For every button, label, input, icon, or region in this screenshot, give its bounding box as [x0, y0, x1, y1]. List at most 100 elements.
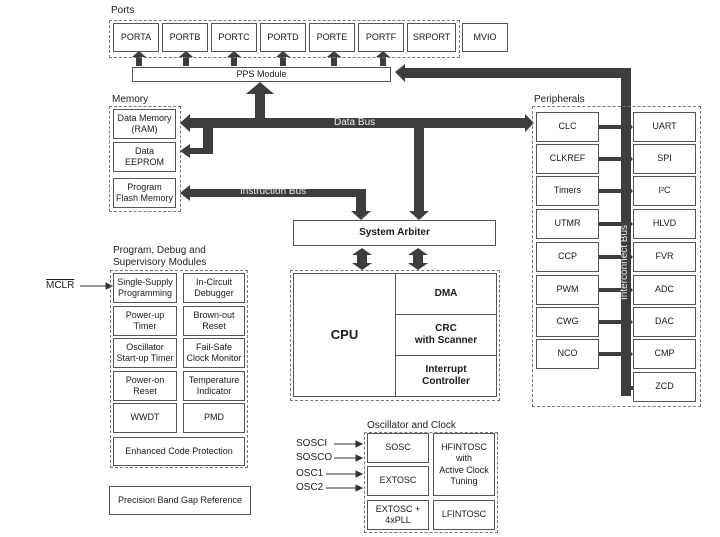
supervisory-label-line2: Supervisory Modules — [113, 257, 207, 268]
peripheral-cmp: CMP — [633, 339, 696, 369]
fail-safe-clock-monitor: Fail-Safe Clock Monitor — [183, 338, 245, 368]
crc-line2: with Scanner — [414, 335, 478, 346]
system-arbiter: System Arbiter — [293, 220, 496, 246]
int-line1: Interrupt — [425, 363, 467, 375]
ost-line1: Oscillator — [126, 341, 164, 352]
peripheral-clkref: CLKREF — [536, 144, 599, 174]
arbiter-core-arrow-2 — [408, 248, 428, 270]
peripheral-dac: DAC — [633, 307, 696, 337]
instruction-bus-label: Instruction Bus — [240, 186, 307, 197]
pwrt-line2: Timer — [133, 321, 157, 331]
interrupt-controller: Interrupt Controller — [395, 355, 497, 397]
peripheral-nco: NCO — [536, 339, 599, 369]
data-memory-ram: Data Memory (RAM) — [113, 109, 176, 139]
sosco-signal: SOSCO — [296, 452, 333, 463]
in-circuit-debugger: In-Circuit Debugger — [183, 273, 245, 303]
supervisory-group-label: Program, Debug and Supervisory Modules — [113, 245, 206, 269]
ram-line2: (RAM) — [131, 124, 158, 134]
hf-line1: HFINTOSC — [441, 442, 487, 452]
osc2-signal: OSC2 — [296, 482, 324, 493]
crc-line1: CRC — [435, 322, 457, 334]
peripheral-fvr: FVR — [633, 242, 696, 272]
port-srport: SRPORT — [407, 23, 456, 52]
port-f: PORTF — [358, 23, 404, 52]
port-e: PORTE — [309, 23, 355, 52]
cpu: CPU — [293, 273, 396, 397]
peripheral-zcd: ZCD — [633, 372, 696, 402]
single-supply-programming: Single-Supply Programming — [113, 273, 177, 303]
pwrt-line1: Power-up — [125, 309, 165, 320]
databus-to-arbiter — [409, 127, 429, 220]
por-line1: Power-on — [125, 374, 165, 385]
lfintosc: LFINTOSC — [433, 500, 495, 530]
peripheral-cwg: CWG — [536, 307, 599, 337]
oscillator-start-up-timer: Oscillator Start-up Timer — [113, 338, 177, 368]
bor-line1: Brown-out — [193, 309, 235, 320]
memory-group-label: Memory — [112, 94, 149, 105]
hf-line4: Tuning — [450, 475, 478, 486]
pll-line1: EXTOSC + — [375, 503, 421, 514]
enhanced-code-protection: Enhanced Code Protection — [113, 437, 245, 466]
flash-line1: Program — [127, 181, 162, 192]
port-a: PORTA — [113, 23, 159, 52]
flash-line2: Flash Memory — [115, 193, 173, 203]
fscm-line1: Fail-Safe — [195, 341, 232, 352]
data-bus-label: Data Bus — [334, 117, 376, 128]
peripheral-timers: Timers — [536, 176, 599, 206]
hfintosc: HFINTOSC with Active Clock Tuning — [433, 433, 495, 496]
pps-module: PPS Module — [132, 67, 391, 82]
data-eeprom: Data EEPROM — [113, 142, 176, 172]
mvio: MVIO — [462, 23, 508, 52]
sosc: SOSC — [367, 433, 429, 463]
supervisory-label-line1: Program, Debug and — [113, 245, 206, 256]
icd-line1: In-Circuit — [195, 276, 232, 287]
port-c: PORTC — [211, 23, 257, 52]
icd-line2: Debugger — [194, 288, 234, 298]
eeprom-line1: Data — [134, 145, 154, 156]
peripheral-i2c: I²C — [633, 176, 696, 206]
temp-line2: Indicator — [196, 386, 232, 396]
databus-to-pps-arrow — [246, 82, 274, 118]
wwdt: WWDT — [113, 403, 177, 433]
peripheral-adc: ADC — [633, 275, 696, 305]
pmd: PMD — [183, 403, 245, 433]
ports-group-label: Ports — [111, 5, 135, 16]
databus-to-eeprom — [180, 127, 213, 158]
peripheral-pwm: PWM — [536, 275, 599, 305]
brown-out-reset: Brown-out Reset — [183, 306, 245, 336]
port-b: PORTB — [162, 23, 208, 52]
precision-band-gap-reference: Precision Band Gap Reference — [109, 486, 251, 515]
fscm-line2: Clock Monitor — [186, 353, 242, 363]
mclr-signal: MCLR — [46, 280, 75, 291]
bor-line2: Reset — [202, 321, 226, 331]
peripheral-uart: UART — [633, 112, 696, 142]
crc-scanner: CRC with Scanner — [395, 314, 497, 356]
sosci-signal: SOSCI — [296, 438, 328, 449]
program-flash-memory: Program Flash Memory — [113, 178, 176, 208]
peripheral-hlvd: HLVD — [633, 209, 696, 239]
eeprom-line2: EEPROM — [124, 157, 164, 167]
ram-line1: Data Memory — [117, 112, 172, 123]
temperature-indicator: Temperature Indicator — [183, 371, 245, 401]
ost-line2: Start-up Timer — [116, 353, 174, 363]
hf-line3: Active Clock — [439, 464, 489, 475]
port-d: PORTD — [260, 23, 306, 52]
peripherals-group-label: Peripherals — [534, 94, 585, 105]
int-line2: Controller — [422, 376, 470, 387]
peripheral-utmr: UTMR — [536, 209, 599, 239]
ssp-line1: Single-Supply — [117, 276, 173, 287]
peripheral-ccp: CCP — [536, 242, 599, 272]
ssp-line2: Programming — [117, 288, 172, 298]
temp-line1: Temperature — [188, 374, 240, 385]
power-on-reset: Power-on Reset — [113, 371, 177, 401]
arbiter-core-arrow-1 — [352, 248, 372, 270]
por-line2: Reset — [133, 386, 157, 396]
pll-line2: 4xPLL — [385, 515, 411, 525]
peripheral-spi: SPI — [633, 144, 696, 174]
extosc-4xpll: EXTOSC +4xPLL — [367, 500, 429, 530]
peripheral-clc: CLC — [536, 112, 599, 142]
hf-line2: with — [455, 453, 472, 464]
dma: DMA — [395, 273, 497, 315]
osc1-signal: OSC1 — [296, 468, 324, 479]
extosc: EXTOSC — [367, 466, 429, 496]
